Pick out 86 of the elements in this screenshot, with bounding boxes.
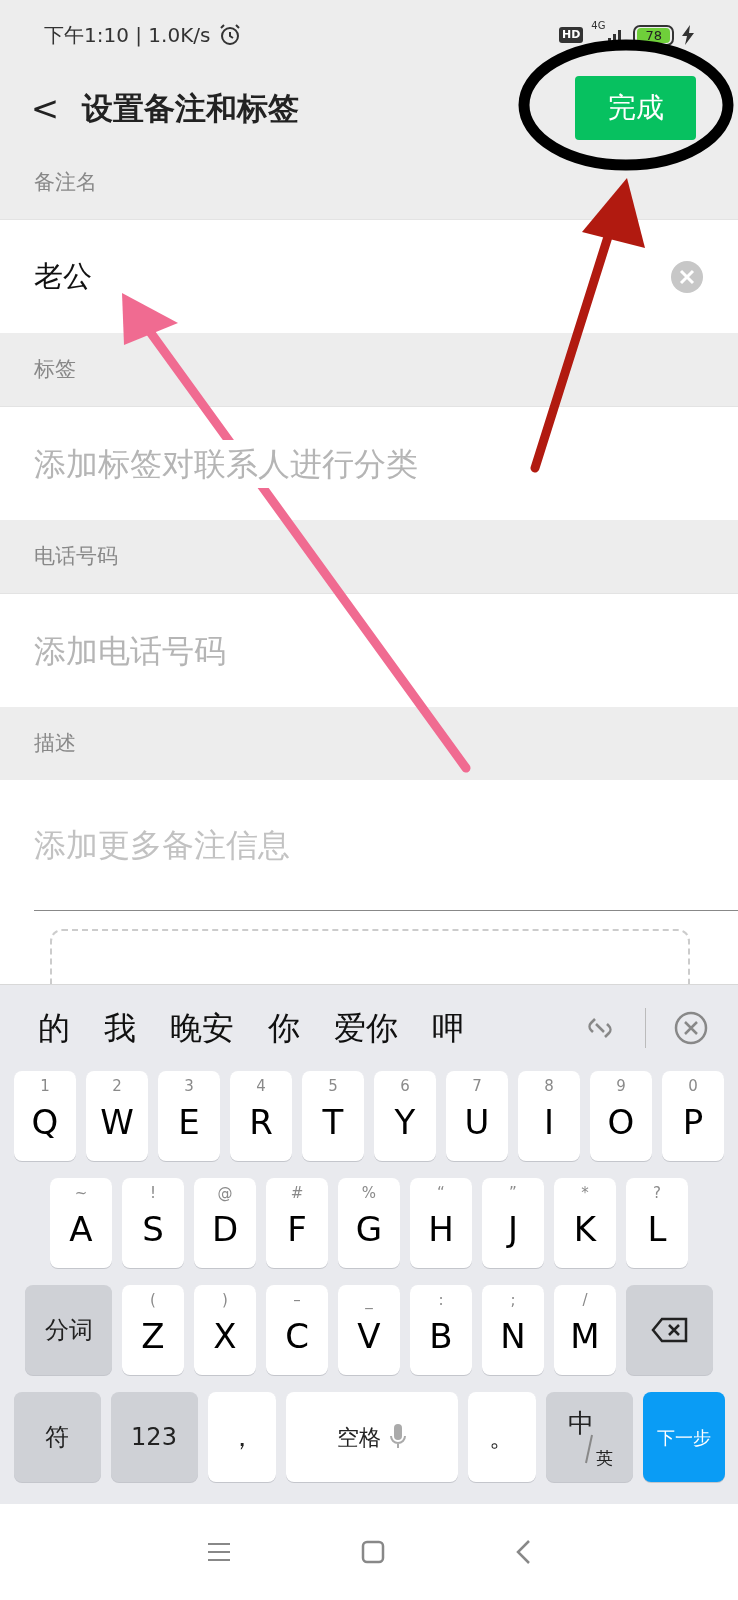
keyboard-key[interactable]: 0 P [662, 1071, 724, 1161]
key-hint: @ [217, 1186, 233, 1201]
keyboard-key[interactable]: 2 W [86, 1071, 148, 1161]
keyboard-key[interactable]: ) X [194, 1285, 256, 1375]
section-label: 电话号码 [34, 542, 118, 570]
candidate-word[interactable]: 的 [38, 1004, 70, 1052]
key-hint: 7 [472, 1079, 482, 1094]
section-label: 标签 [34, 355, 76, 383]
keyboard-key[interactable]: 7 U [446, 1071, 508, 1161]
key-hint: “ [437, 1186, 445, 1201]
keyboard-key[interactable]: 4 R [230, 1071, 292, 1161]
key-hint: ; [510, 1293, 516, 1308]
battery-level: 78 [637, 27, 670, 43]
keyboard-key[interactable]: 6 Y [374, 1071, 436, 1161]
keyboard-key[interactable]: 分词 [25, 1285, 112, 1375]
key-hint: % [361, 1186, 377, 1201]
keyboard-key[interactable]: ( Z [122, 1285, 184, 1375]
key-hint: : [438, 1293, 444, 1308]
key-label: 中 [567, 1407, 594, 1440]
key-hint: 2 [112, 1079, 122, 1094]
key-label: 英 [595, 1447, 613, 1470]
key-hint: 3 [184, 1079, 194, 1094]
candidate-word[interactable]: 爱你 [334, 1004, 398, 1052]
keyboard-key[interactable]: 123 [110, 1392, 198, 1482]
backspace-key[interactable] [626, 1285, 713, 1375]
candidate-word[interactable]: 呷 [432, 1004, 464, 1052]
slash-icon [583, 1434, 594, 1464]
key-hint: * [581, 1186, 589, 1201]
keyboard-key[interactable]: ; N [482, 1285, 544, 1375]
keyboard-key[interactable]: _ V [338, 1285, 400, 1375]
keyboard-key[interactable]: * K [554, 1178, 616, 1268]
key-hint: _ [365, 1293, 373, 1308]
back-icon[interactable] [515, 1539, 531, 1565]
keyboard-key[interactable]: 8 I [518, 1071, 580, 1161]
keyboard-key[interactable]: : B [410, 1285, 472, 1375]
key-hint: ! [150, 1186, 156, 1201]
keyboard-key[interactable]: “ H [410, 1178, 472, 1268]
keyboard-key[interactable]: 。 [467, 1392, 536, 1482]
key-hint: 4 [256, 1079, 266, 1094]
keyboard-key[interactable]: 5 T [302, 1071, 364, 1161]
key-hint: 6 [400, 1079, 410, 1094]
page-title: 设置备注和标签 [82, 88, 300, 128]
keyboard-key[interactable]: @ D [194, 1178, 256, 1268]
key-hint: – [293, 1293, 301, 1308]
key-hint: / [582, 1293, 588, 1308]
keyboard-key[interactable]: ~ A [50, 1178, 112, 1268]
keyboard-key[interactable]: # F [266, 1178, 328, 1268]
key-hint: 9 [616, 1079, 626, 1094]
backspace-icon [650, 1317, 689, 1343]
candidate-word[interactable]: 你 [268, 1004, 300, 1052]
key-hint: 0 [688, 1079, 698, 1094]
keyboard-key[interactable]: 3 E [158, 1071, 220, 1161]
keyboard-key[interactable]: % G [338, 1178, 400, 1268]
language-key[interactable]: 中 英 [545, 1392, 633, 1482]
key-hint: ( [150, 1293, 156, 1308]
key-hint: # [290, 1186, 304, 1201]
close-icon[interactable] [674, 1011, 708, 1045]
menu-icon[interactable] [207, 1542, 231, 1562]
candidate-word[interactable]: 我 [104, 1004, 136, 1052]
keyboard-key[interactable]: ? L [626, 1178, 688, 1268]
section-label: 描述 [34, 729, 76, 757]
microphone-icon [388, 1423, 407, 1451]
keyboard-key[interactable]: 9 O [590, 1071, 652, 1161]
key-hint: 8 [544, 1079, 554, 1094]
hd-badge: HD [559, 26, 584, 44]
keyboard-key[interactable]: – C [266, 1285, 328, 1375]
home-icon[interactable] [361, 1540, 385, 1564]
space-key[interactable]: 空格 [285, 1392, 458, 1482]
keyboard-key[interactable]: ! S [122, 1178, 184, 1268]
keyboard-key[interactable]: ， [207, 1392, 276, 1482]
key-hint: 1 [40, 1079, 50, 1094]
keyboard-key[interactable]: / M [554, 1285, 616, 1375]
key-hint: ) [222, 1293, 228, 1308]
status-time: 下午1:10 | 1.0K/s [44, 22, 211, 49]
candidate-word[interactable]: 晚安 [170, 1004, 234, 1052]
key-hint: 5 [328, 1079, 338, 1094]
keyboard-key[interactable]: 符 [13, 1392, 101, 1482]
network-label: 4G [591, 19, 606, 33]
section-label: 备注名 [34, 168, 97, 196]
keyboard-key[interactable]: ” J [482, 1178, 544, 1268]
key-hint: ” [509, 1186, 517, 1201]
text-field[interactable]: 老公 [0, 219, 738, 333]
key-hint: ~ [74, 1186, 88, 1201]
back-button[interactable]: < [30, 91, 60, 125]
keyboard-key[interactable]: 1 Q [14, 1071, 76, 1161]
key-hint: ? [653, 1186, 661, 1201]
